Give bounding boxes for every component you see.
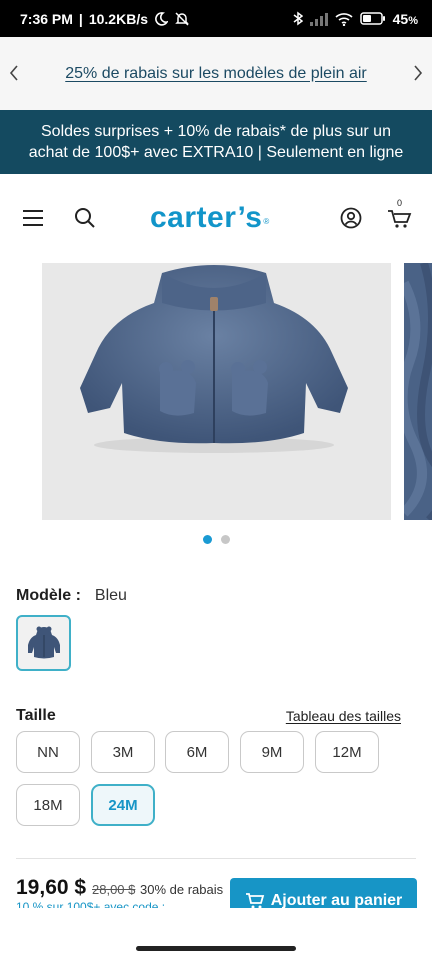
size-option-9m[interactable]: 9M <box>240 731 304 773</box>
account-icon <box>340 207 362 229</box>
logo-registered-mark: ® <box>263 216 270 226</box>
divider <box>16 858 416 859</box>
size-option-3m[interactable]: 3M <box>91 731 155 773</box>
product-image-next[interactable] <box>404 263 432 520</box>
model-label: Modèle : <box>16 587 81 604</box>
hamburger-icon <box>23 210 43 226</box>
gallery-dot-1[interactable] <box>202 535 212 544</box>
chevron-right-icon <box>414 65 423 81</box>
size-option-24m[interactable]: 24M <box>91 784 155 826</box>
battery-percent: 45% <box>392 10 418 27</box>
model-row: Modèle : Bleu <box>16 587 127 605</box>
size-chart-link[interactable]: Tableau des tailles <box>286 708 401 724</box>
model-value: Bleu <box>94 587 127 604</box>
status-net-speed: 10.2KB/s <box>88 10 148 27</box>
product-gallery[interactable] <box>0 263 432 521</box>
signal-icon <box>309 12 328 26</box>
promo-prev-button[interactable] <box>4 63 24 83</box>
status-bar: 7:36 PM | 10.2KB/s 45% <box>0 0 432 37</box>
account-button[interactable] <box>338 205 364 231</box>
menu-button[interactable] <box>20 206 46 230</box>
promo-code-note: 10 % sur 100$+ avec code : <box>16 900 166 908</box>
moon-icon <box>154 11 168 26</box>
sale-banner-line2: achat de 100$+ avec EXTRA10 | Seulement … <box>28 144 404 161</box>
cart-button[interactable]: 0 <box>386 198 414 232</box>
size-option-6m[interactable]: 6M <box>165 731 229 773</box>
size-heading: Taille <box>16 707 56 724</box>
mute-bell-icon <box>174 11 190 27</box>
gallery-pagination <box>0 535 432 544</box>
home-indicator[interactable] <box>136 946 296 951</box>
promo-bar: 25% de rabais sur les modèles de plein a… <box>0 37 432 110</box>
search-icon <box>75 208 95 228</box>
price-discount: 30% de rabais <box>140 882 224 897</box>
product-image <box>42 263 391 520</box>
promo-link[interactable]: 25% de rabais sur les modèles de plein a… <box>65 65 367 83</box>
logo-wordmark: carter’s <box>150 201 263 234</box>
color-swatch-blue[interactable] <box>16 615 71 671</box>
search-button[interactable] <box>72 205 98 231</box>
cart-icon <box>388 210 412 228</box>
add-to-cart-label: Ajouter au panier <box>270 892 403 908</box>
add-to-cart-button[interactable]: Ajouter au panier <box>230 878 417 908</box>
jacket-illustration <box>80 265 348 453</box>
jacket-thumbnail <box>27 626 60 659</box>
sale-banner-line1: Soldes surprises + 10% de rabais* de plu… <box>41 123 391 140</box>
site-header: carter’s ® 0 <box>0 174 432 262</box>
brand-logo[interactable]: carter’s ® <box>150 198 282 238</box>
battery-icon <box>359 12 386 25</box>
gallery-dot-2[interactable] <box>220 535 230 544</box>
system-nav-area <box>0 908 432 960</box>
price-current: 19,60 $ <box>16 876 87 899</box>
chevron-left-icon <box>9 65 18 81</box>
cart-count-badge: 0 <box>397 198 403 208</box>
status-time: 7:36 PM <box>20 10 73 27</box>
bluetooth-icon <box>293 11 303 26</box>
cart-add-icon <box>245 893 264 908</box>
price-original: 28,00 $ <box>92 882 136 897</box>
sale-banner[interactable]: Soldes surprises + 10% de rabais* de plu… <box>0 110 432 174</box>
size-option-18m[interactable]: 18M <box>16 784 80 826</box>
wifi-icon <box>335 12 353 26</box>
size-option-nn[interactable]: NN <box>16 731 80 773</box>
promo-next-button[interactable] <box>408 63 428 83</box>
size-option-12m[interactable]: 12M <box>315 731 379 773</box>
